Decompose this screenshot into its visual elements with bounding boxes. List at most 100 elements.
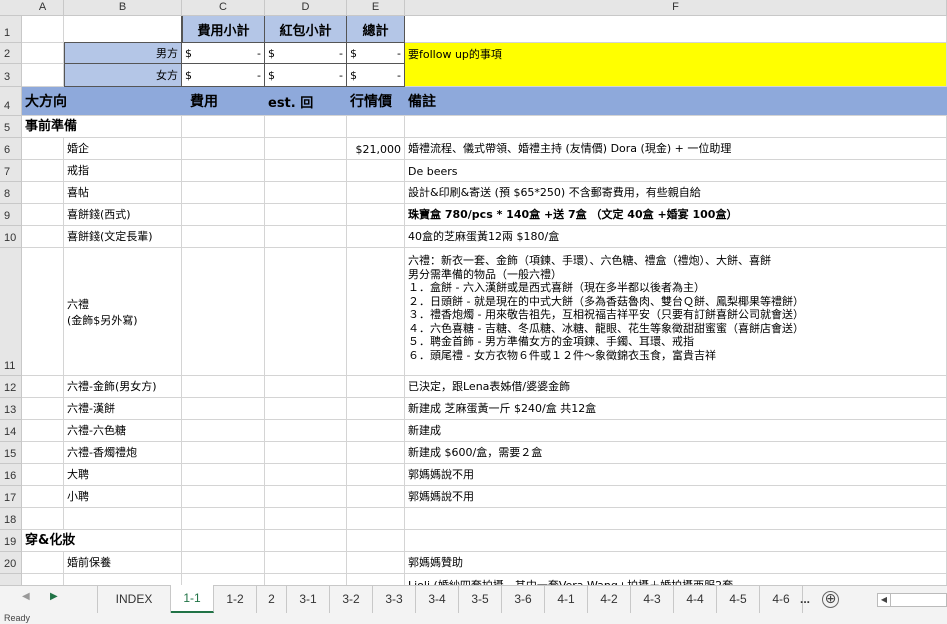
item-name[interactable]: 六禮-漢餅 [64,398,182,420]
sheet-tab[interactable]: 3-2 [330,586,373,613]
cell[interactable] [405,116,947,138]
sheet-tab[interactable]: 1-1 [171,585,214,613]
cell-b1[interactable] [64,16,182,43]
item-name[interactable]: 婚前保養 [64,552,182,574]
six-gifts-note[interactable]: 六禮：新衣一套、金飾（項鍊、手環）、六色糖、禮盒（禮炮）、大餅、喜餅 男分需準備… [405,248,947,376]
cell[interactable] [265,442,347,464]
sheet-tab[interactable]: INDEX [97,586,171,613]
cell[interactable] [22,442,64,464]
item-note[interactable]: 新建成 芝麻蛋黃一斤 $240/盒 共12盒 [405,398,947,420]
cell-b3[interactable]: 女方 [64,64,182,87]
cell[interactable] [22,138,64,160]
cell[interactable] [182,574,265,585]
section-title[interactable]: 事前準備 [22,116,182,138]
row-header[interactable]: 6 [0,138,22,160]
cell[interactable] [64,574,182,585]
cell[interactable] [347,552,405,574]
item-note[interactable]: 郭媽媽說不用 [405,464,947,486]
item-name[interactable]: 小聘 [64,486,182,508]
item-note[interactable]: 婚禮流程、儀式帶領、婚禮主持 (友情價) Dora (現金) + 一位助理 [405,138,947,160]
item-name[interactable]: 戒指 [64,160,182,182]
cell[interactable] [347,486,405,508]
row-header[interactable]: 16 [0,464,22,486]
row-header[interactable]: 15 [0,442,22,464]
item-note[interactable]: 新建成 [405,420,947,442]
section-title[interactable]: 穿&化妝 [22,530,182,552]
header-est-return[interactable]: est. 回 [265,87,347,116]
column-header-f[interactable]: F [405,0,947,16]
item-name[interactable]: 婚企 [64,138,182,160]
cell[interactable] [405,508,947,530]
cell[interactable] [265,248,347,376]
item-name[interactable]: 六禮-香燭禮炮 [64,442,182,464]
row-header[interactable]: 4 [0,87,22,116]
cell[interactable] [347,530,405,552]
sheet-tab[interactable]: 3-4 [416,586,459,613]
row-header[interactable]: 2 [0,43,22,64]
header-cost[interactable]: 費用 [182,87,265,116]
cell[interactable] [182,508,265,530]
cell[interactable] [347,420,405,442]
row-header[interactable]: 14 [0,420,22,442]
cell[interactable] [347,398,405,420]
sheet-tab[interactable]: 2 [257,586,287,613]
cell[interactable] [22,376,64,398]
cell-a3[interactable] [22,64,64,87]
cell[interactable] [22,248,64,376]
item-note[interactable]: 設計&印刷&寄送 (預 $65*250) 不含郵寄費用，有些親自給 [405,182,947,204]
row-header[interactable]: 7 [0,160,22,182]
cell[interactable] [22,160,64,182]
cell[interactable] [265,530,347,552]
sheet-tab[interactable]: 3-5 [459,586,502,613]
cell[interactable] [22,464,64,486]
spreadsheet-grid[interactable]: A B C D E F 1 費用小計 紅包小計 總計 2 男方 $ - $ - $ -… [0,0,947,585]
item-note[interactable]: 郭媽媽說不用 [405,486,947,508]
cell[interactable] [347,116,405,138]
cell[interactable] [265,486,347,508]
item-note[interactable]: 40盒的芝麻蛋黃12兩 $180/盒 [405,226,947,248]
row-header[interactable]: 5 [0,116,22,138]
cell[interactable] [347,248,405,376]
cell[interactable] [22,552,64,574]
cell[interactable] [182,182,265,204]
follow-up-note[interactable]: 要follow up的事項 [405,43,947,64]
cell[interactable] [182,398,265,420]
cell-f1[interactable] [405,16,947,43]
cell[interactable] [22,398,64,420]
sheet-tab[interactable]: 4-4 [674,586,717,613]
cell[interactable] [347,226,405,248]
row-header[interactable]: 1 [0,16,22,43]
item-note[interactable]: 新建成 $600/盒，需要２盒 [405,442,947,464]
item-name[interactable]: 六禮 (金飾$另外寫) [64,248,182,376]
column-header-d[interactable]: D [265,0,347,16]
cell[interactable] [22,508,64,530]
item-name[interactable]: 喜餅錢(文定長輩) [64,226,182,248]
row-header[interactable]: 9 [0,204,22,226]
cell[interactable] [347,574,405,585]
row-header[interactable]: 17 [0,486,22,508]
row-header[interactable]: 13 [0,398,22,420]
item-note[interactable]: 已決定，跟Lena表姊借/婆婆金飾 [405,376,947,398]
cell[interactable] [265,226,347,248]
cell[interactable] [182,248,265,376]
cell-e1[interactable]: 總計 [347,16,405,43]
header-notes[interactable]: 備註 [405,87,947,116]
cell[interactable] [347,442,405,464]
cell[interactable] [22,226,64,248]
cell[interactable] [182,530,265,552]
cell[interactable] [347,204,405,226]
cell[interactable] [182,464,265,486]
cell-d1[interactable]: 紅包小計 [265,16,347,43]
cell[interactable] [265,464,347,486]
row-header[interactable]: 18 [0,508,22,530]
cell[interactable] [347,508,405,530]
cell[interactable] [265,420,347,442]
row-header[interactable]: 11 [0,248,22,376]
cell[interactable] [265,398,347,420]
cell[interactable] [22,486,64,508]
horizontal-scrollbar[interactable]: ◀ [877,593,947,607]
prev-sheet-icon[interactable]: ◀ [22,591,30,602]
cell[interactable] [265,116,347,138]
header-direction[interactable]: 大方向 [22,87,182,116]
next-sheet-icon[interactable]: ▶ [50,591,58,602]
